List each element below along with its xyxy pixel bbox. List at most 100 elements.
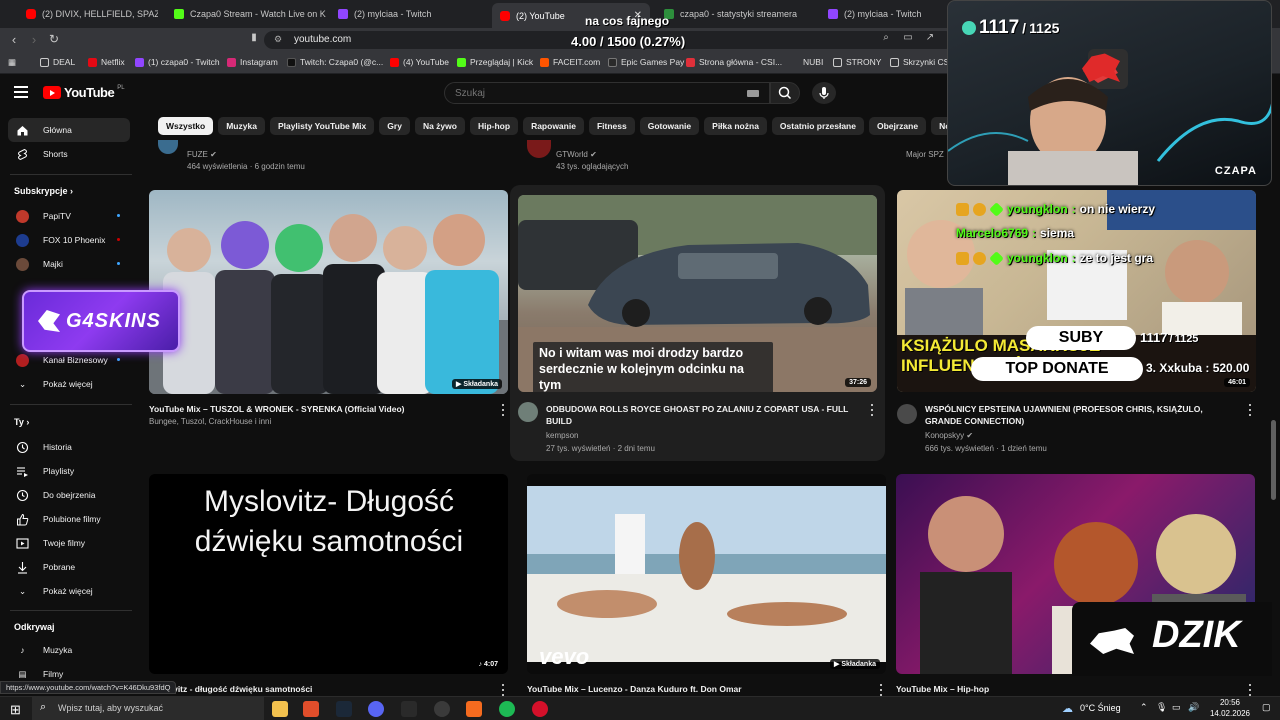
network-icon[interactable]: ▭	[1172, 702, 1181, 713]
keyboard-icon[interactable]	[747, 90, 759, 97]
spotify-icon[interactable]	[499, 701, 515, 717]
bookmark-epic[interactable]: Epic Games Pay	[608, 57, 684, 67]
subscriptions-heading[interactable]: Subskrypcje ›	[14, 186, 73, 196]
video-thumbnail[interactable]: Myslovitz- Długość dźwięku samotności ♪ …	[149, 474, 508, 674]
more-options-icon[interactable]	[501, 404, 505, 416]
file-explorer-icon[interactable]	[272, 701, 288, 717]
back-icon[interactable]: ‹	[6, 32, 22, 47]
search-button[interactable]	[770, 82, 800, 104]
search-input[interactable]	[445, 83, 735, 104]
show-more-subscriptions[interactable]: ⌄ Pokaż więcej	[8, 372, 130, 396]
video-title[interactable]: YouTube Mix – Lucenzo - Danza Kuduro ft.…	[527, 683, 867, 695]
channel-avatar[interactable]	[897, 404, 917, 424]
filter-chip[interactable]: Fitness	[588, 117, 635, 135]
more-options-icon[interactable]	[1248, 404, 1252, 416]
bookmark-nubi[interactable]: NUBI	[803, 57, 823, 67]
sidebar-item-sub[interactable]: FOX 10 Phoenix	[8, 228, 130, 252]
video-thumbnail[interactable]: ▶ Składanka	[149, 190, 508, 394]
video-channel[interactable]: Bungee, Tuszol, CrackHouse i inni	[149, 416, 489, 427]
video-title[interactable]: WSPÓLNICY EPSTEINA UJAWNIENI (PROFESOR C…	[925, 403, 1235, 427]
sidebar-item-your-videos[interactable]: Twoje filmy	[8, 531, 130, 555]
more-options-icon[interactable]	[1248, 684, 1252, 696]
sidebar-item-downloads[interactable]: Pobrane	[8, 555, 130, 579]
tray-chevron-icon[interactable]: ⌃	[1140, 702, 1148, 713]
menu-icon[interactable]	[14, 86, 28, 98]
brave-browser-icon[interactable]	[303, 701, 319, 717]
apps-icon[interactable]: ▦	[8, 57, 16, 68]
voice-search-button[interactable]	[812, 82, 836, 104]
zoom-icon[interactable]: ⌕	[878, 32, 894, 43]
filter-chip[interactable]: Ostatnio przesłane	[771, 117, 864, 135]
bookmark-faceit[interactable]: FACEIT.com	[540, 57, 600, 67]
you-heading[interactable]: Ty ›	[14, 417, 29, 427]
filter-chip[interactable]: Rapowanie	[523, 117, 584, 135]
cast-icon[interactable]: ▭	[900, 32, 916, 43]
search-box[interactable]	[444, 82, 770, 104]
channel-avatar[interactable]	[518, 402, 538, 422]
clock-date[interactable]: 14.02.2026	[1206, 709, 1254, 718]
filter-chip[interactable]: Na żywo	[414, 117, 465, 135]
filter-chip[interactable]: Obejrzane	[868, 117, 927, 135]
windows-start-icon[interactable]: ⊞	[10, 702, 21, 718]
browser-tab[interactable]: (2) mylciaa - Twitch	[820, 4, 950, 24]
bookmark-kick[interactable]: Przeglądaj | Kick	[457, 57, 533, 67]
channel-avatar[interactable]	[527, 140, 551, 158]
reload-icon[interactable]: ↻	[46, 32, 62, 46]
video-title[interactable]: Myslovitz - długość dźwięku samotności	[149, 683, 489, 695]
taskbar-search[interactable]: ⌕ Wpisz tutaj, aby wyszukać	[32, 697, 264, 720]
channel-avatar[interactable]	[158, 140, 178, 154]
filter-chip[interactable]: Wszystko	[158, 117, 214, 135]
video-channel[interactable]: Major SPZ	[906, 149, 944, 160]
sidebar-item-home[interactable]: Główna	[8, 118, 130, 142]
sidebar-item-history[interactable]: Historia	[8, 435, 130, 459]
steam-icon[interactable]	[336, 701, 352, 717]
sidebar-item-playlists[interactable]: Playlisty	[8, 459, 130, 483]
video-channel[interactable]: GTWorld ✔	[556, 149, 597, 160]
video-channel[interactable]: Konopskyy ✔	[925, 430, 973, 441]
video-title[interactable]: ODBUDOWA ROLLS ROYCE GHOAST PO ZALANIU Z…	[546, 403, 866, 427]
opera-icon[interactable]	[532, 701, 548, 717]
bookmark-tiktok[interactable]: Twitch: Czapa0 (@c...	[287, 57, 383, 67]
microphone-icon[interactable]: 🎙	[1156, 702, 1167, 713]
sidebar-item-sub[interactable]: Majki	[8, 252, 130, 276]
filter-chip[interactable]: Gotowanie	[639, 117, 700, 135]
video-channel[interactable]: FUZE ✔	[187, 149, 217, 160]
sidebar-item-liked[interactable]: Polubione filmy	[8, 507, 130, 531]
video-channel[interactable]: kempson	[546, 430, 578, 441]
discord-icon[interactable]	[368, 701, 384, 717]
browser-tab[interactable]: czapa0 - statystyki streamera	[656, 4, 816, 24]
sidebar-item-sub[interactable]: PapiTV	[8, 204, 130, 228]
filter-chip[interactable]: Gry	[379, 117, 410, 135]
page-scrollbar[interactable]	[1271, 420, 1276, 500]
more-options-icon[interactable]	[879, 684, 883, 696]
sidebar-item-music[interactable]: ♪ Muzyka	[8, 638, 130, 662]
site-info-icon[interactable]: ⚙	[274, 34, 282, 45]
filter-chip[interactable]: Hip-hop	[469, 117, 519, 135]
browser-tab[interactable]: (2) mylciaa - Twitch	[330, 4, 480, 24]
notifications-icon[interactable]: ▢	[1262, 702, 1271, 713]
browser-tab[interactable]: (2) DIVIX, HELLFIELD, SPAZMA -	[18, 4, 158, 24]
bookmark-youtube[interactable]: (4) YouTube	[390, 57, 449, 67]
volume-icon[interactable]: 🔊	[1188, 702, 1199, 713]
forward-icon[interactable]: ›	[26, 32, 42, 47]
bookmark-instagram[interactable]: Instagram	[227, 57, 278, 67]
share-icon[interactable]: ↗	[922, 32, 938, 43]
bookmark-csi[interactable]: Strona główna - CSI...	[686, 57, 782, 67]
video-title[interactable]: YouTube Mix – Hip-hop	[896, 683, 1236, 695]
filter-chip[interactable]: Playlisty YouTube Mix	[269, 117, 375, 135]
weather-text[interactable]: 0°C Śnieg	[1080, 703, 1121, 713]
bookmark-skrzynki[interactable]: Skrzynki CS	[890, 57, 949, 67]
epic-games-icon[interactable]	[401, 701, 417, 717]
filter-chip[interactable]: Piłka nożna	[704, 117, 767, 135]
faceit-icon[interactable]	[466, 701, 482, 717]
bookmark-netflix[interactable]: Netflix	[88, 57, 125, 67]
obs-icon[interactable]	[434, 701, 450, 717]
video-thumbnail[interactable]: No i witam was moi drodzy bardzo serdecz…	[518, 195, 877, 392]
sidebar-item-shorts[interactable]: Shorts	[8, 142, 130, 166]
show-more-you[interactable]: ⌄ Pokaż więcej	[8, 579, 130, 603]
browser-tab[interactable]: Czapa0 Stream - Watch Live on Kick	[166, 4, 326, 24]
more-options-icon[interactable]	[870, 404, 874, 416]
sidebar-item-watch-later[interactable]: Do obejrzenia	[8, 483, 130, 507]
bookmark-twitch-czapa[interactable]: (1) czapa0 - Twitch	[135, 57, 220, 67]
clock-time[interactable]: 20:56	[1212, 698, 1248, 707]
